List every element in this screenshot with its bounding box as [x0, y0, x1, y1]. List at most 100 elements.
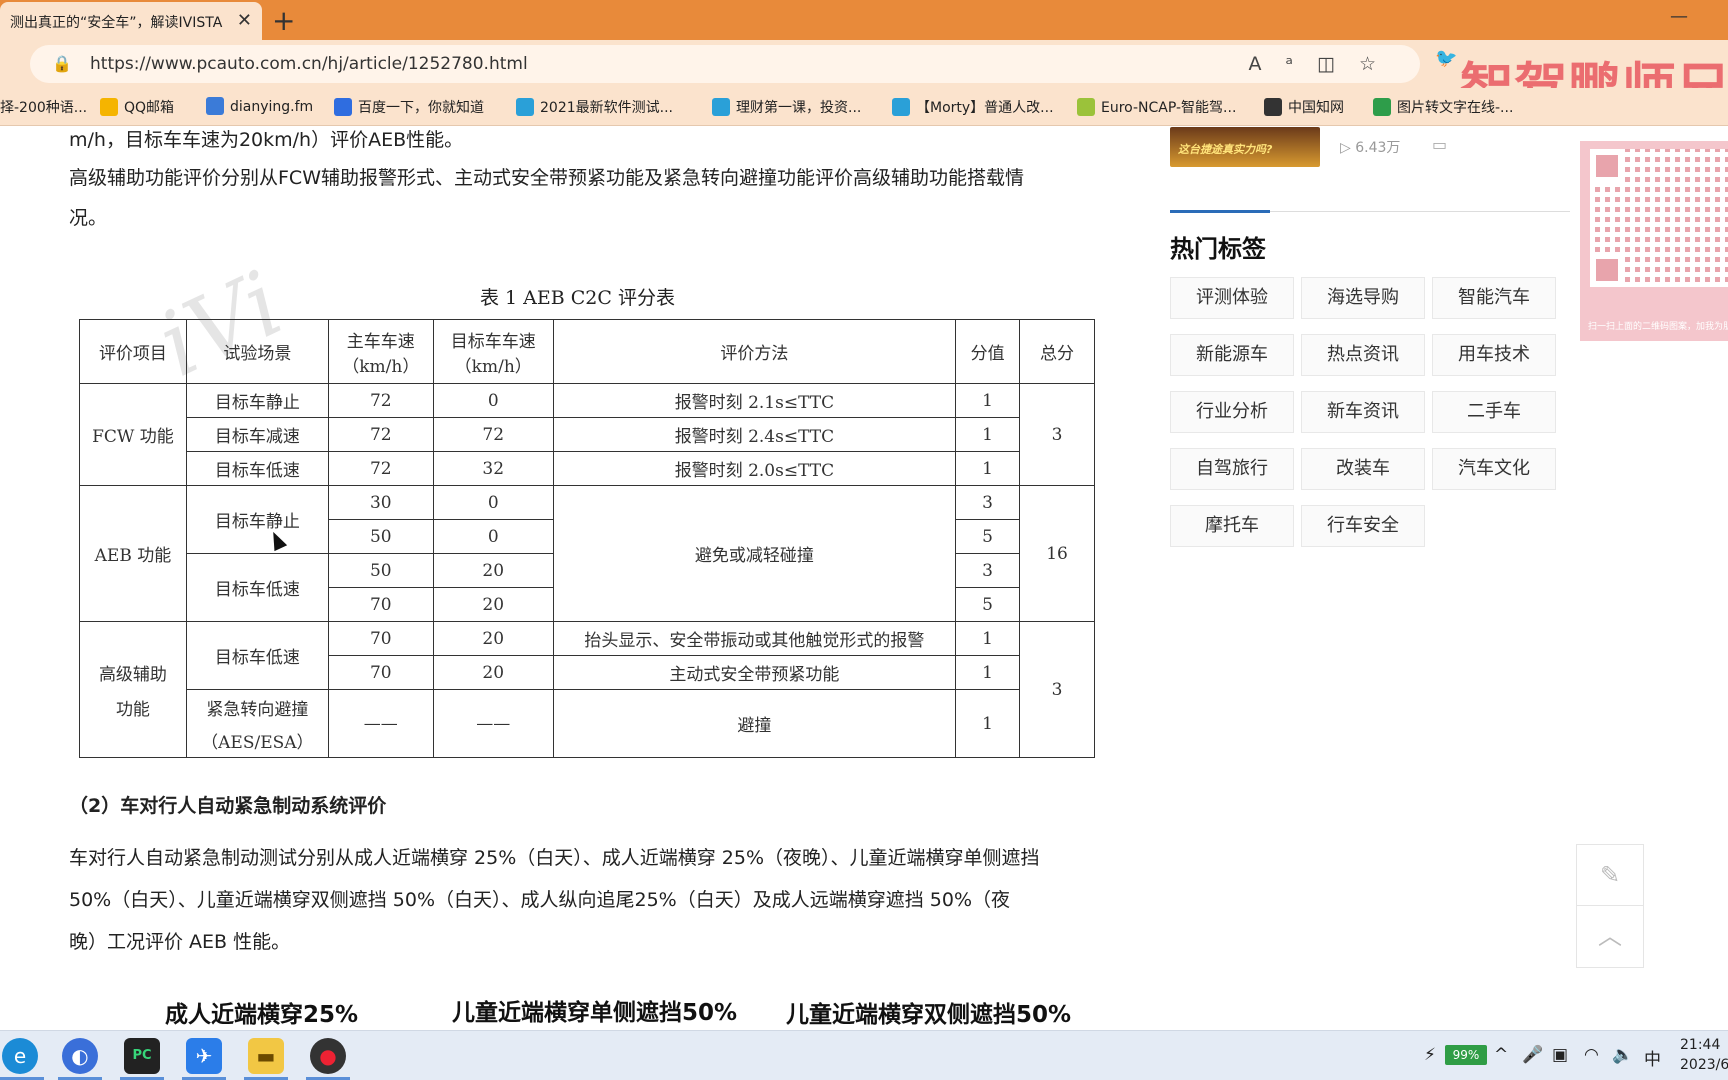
read-aloud-icon[interactable]: Aᵃ	[1249, 53, 1317, 75]
hot-tag[interactable]: 评测体验	[1170, 277, 1294, 319]
tab-close-icon[interactable]: ✕	[237, 10, 252, 31]
pycharm-icon[interactable]: PC	[124, 1038, 160, 1074]
cell-method: 报警时刻 2.0s≤TTC	[552, 451, 957, 486]
bookmark-label: Euro-NCAP-智能驾...	[1101, 100, 1237, 116]
hot-tag[interactable]: 自驾旅行	[1170, 448, 1294, 490]
address-bar-actions: Aᵃ◫☆	[1249, 53, 1400, 75]
bookmark-item[interactable]: 理财第一课，投资...	[712, 97, 861, 117]
tray-overflow-icon[interactable]: ^	[1494, 1045, 1508, 1065]
cell-host: 50	[327, 553, 434, 588]
bookmark-label: 择-200种语...	[0, 100, 88, 116]
article-paragraph: m/h，目标车车速为20km/h）评价AEB性能。	[69, 129, 464, 151]
hot-tag[interactable]: 改装车	[1301, 448, 1425, 490]
hot-tag[interactable]: 海选导购	[1301, 277, 1425, 319]
hot-tag[interactable]: 行车安全	[1301, 505, 1425, 547]
hot-tag[interactable]: 热点资讯	[1301, 334, 1425, 376]
header-method: 评价方法	[552, 319, 957, 384]
bookmark-item[interactable]: 2021最新软件测试...	[516, 97, 673, 117]
battery-indicator[interactable]: 99%	[1445, 1045, 1487, 1065]
header-target-speed: 目标车车速 （km/h）	[432, 319, 554, 384]
power-plug-icon[interactable]: ⚡	[1424, 1045, 1436, 1065]
cell-host: 72	[327, 383, 434, 418]
cell-score: 1	[955, 689, 1021, 758]
bookmark-favicon-icon	[516, 98, 534, 116]
url-text[interactable]: https://www.pcauto.com.cn/hj/article/125…	[90, 54, 528, 74]
comment-icon[interactable]: ▭	[1432, 135, 1447, 154]
hot-tag[interactable]: 智能汽车	[1432, 277, 1556, 319]
cell-host: 50	[327, 519, 434, 554]
new-tab-button[interactable]: +	[272, 4, 295, 37]
browser-tab-active[interactable]: 测出真正的“安全车”，解读IVISTA ✕	[0, 2, 262, 40]
bookmark-item[interactable]: dianying.fm	[206, 97, 313, 115]
hot-tag[interactable]: 行业分析	[1170, 391, 1294, 433]
minimize-button[interactable]: —	[1670, 6, 1688, 27]
bookmark-item[interactable]: 中国知网	[1264, 97, 1344, 117]
cell-score: 1	[955, 621, 1021, 656]
favorite-star-icon[interactable]: ☆	[1359, 53, 1400, 75]
cell-method: 避撞	[552, 689, 957, 758]
cell-method: 避免或减轻碰撞	[552, 485, 957, 622]
article-paragraph: 50%（白天）、儿童近端横穿双侧遮挡 50%（白天）、成人纵向追尾25%（白天）…	[69, 889, 1011, 911]
cell-target: 20	[432, 553, 554, 588]
view-count-value: 6.43万	[1355, 140, 1401, 156]
cell-scene-line2: （AES/ESA）	[201, 732, 314, 753]
bookmark-item[interactable]: 图片转文字在线-...	[1373, 97, 1513, 117]
article-paragraph: 况。	[69, 207, 108, 229]
cell-score: 1	[955, 655, 1021, 690]
bookmark-label: 理财第一课，投资...	[736, 100, 862, 116]
bookmark-item[interactable]: QQ邮箱	[100, 97, 174, 117]
cell-scene: 目标车减速	[185, 417, 329, 452]
cell-target: 20	[432, 655, 554, 690]
section-divider-accent	[1170, 210, 1270, 213]
display-icon[interactable]: ▣	[1552, 1045, 1568, 1065]
system-clock[interactable]: 21:44 2023/6	[1680, 1035, 1728, 1075]
hot-tag[interactable]: 新能源车	[1170, 334, 1294, 376]
cell-total: 3	[1019, 621, 1095, 758]
feishu-icon[interactable]: ◐	[62, 1038, 98, 1074]
wifi-icon[interactable]: ◠	[1584, 1045, 1599, 1065]
section-subheading: （2）车对行人自动紧急制动系统评价	[69, 795, 387, 817]
related-video-thumbnail[interactable]: 这台捷途真实力吗?	[1170, 127, 1320, 167]
back-to-top-icon[interactable]: ︿	[1577, 906, 1643, 967]
microphone-icon[interactable]: 🎤	[1522, 1045, 1543, 1065]
cell-host: ——	[327, 689, 434, 758]
volume-icon[interactable]: 🔈	[1612, 1045, 1633, 1065]
qr-finder	[1590, 149, 1624, 183]
bookmark-item[interactable]: 【Morty】普通人改...	[892, 97, 1054, 117]
hot-tags-title: 热门标签	[1170, 235, 1266, 263]
split-view-icon[interactable]: ◫	[1317, 53, 1359, 75]
browser-titlebar: 测出真正的“安全车”，解读IVISTA ✕ + —	[0, 0, 1728, 40]
lark-bird-icon[interactable]: ✈	[186, 1038, 222, 1074]
cell-scene: 目标车静止	[185, 383, 329, 418]
page-content: m/h，目标车车速为20km/h）评价AEB性能。 高级辅助功能评价分别从FCW…	[0, 127, 1728, 1030]
cell-total: 3	[1019, 383, 1095, 486]
hot-tag[interactable]: 新车资讯	[1301, 391, 1425, 433]
hot-tag[interactable]: 用车技术	[1432, 334, 1556, 376]
hot-tag[interactable]: 汽车文化	[1432, 448, 1556, 490]
edge-browser-icon[interactable]: e	[2, 1038, 38, 1074]
address-bar[interactable]: 🔒 https://www.pcauto.com.cn/hj/article/1…	[30, 45, 1420, 83]
cell-scene: 目标车静止	[185, 485, 329, 554]
cell-scene: 目标车低速	[185, 451, 329, 486]
file-explorer-icon[interactable]: ▬	[248, 1038, 284, 1074]
lock-icon[interactable]: 🔒	[52, 54, 72, 73]
hot-tag[interactable]: 摩托车	[1170, 505, 1294, 547]
cell-scene: 紧急转向避撞 （AES/ESA）	[185, 689, 329, 758]
bookmarks-bar: 择-200种语... QQ邮箱 dianying.fm 百度一下，你就知道 2021最新…	[0, 88, 1728, 126]
cell-host: 70	[327, 655, 434, 690]
ime-indicator[interactable]: 中	[1644, 1045, 1661, 1070]
group-fcw: FCW 功能	[79, 383, 187, 486]
group-advanced: 高级辅助 功能	[79, 621, 187, 758]
edit-pencil-icon[interactable]: ✎	[1577, 845, 1643, 906]
bookmark-label: 【Morty】普通人改...	[916, 100, 1054, 116]
bookmark-label: 百度一下，你就知道	[358, 100, 484, 116]
bookmark-item[interactable]: Euro-NCAP-智能驾...	[1077, 97, 1236, 117]
bookmark-item[interactable]: 百度一下，你就知道	[334, 97, 484, 117]
cell-score: 5	[955, 587, 1021, 622]
bookmark-favicon-icon	[892, 98, 910, 116]
group-advanced-line1: 高级辅助	[98, 664, 167, 685]
hot-tag[interactable]: 二手车	[1432, 391, 1556, 433]
cell-method: 主动式安全带预紧功能	[552, 655, 957, 690]
recorder-icon[interactable]: ●	[310, 1038, 346, 1074]
bookmark-item[interactable]: 择-200种语...	[0, 97, 87, 117]
